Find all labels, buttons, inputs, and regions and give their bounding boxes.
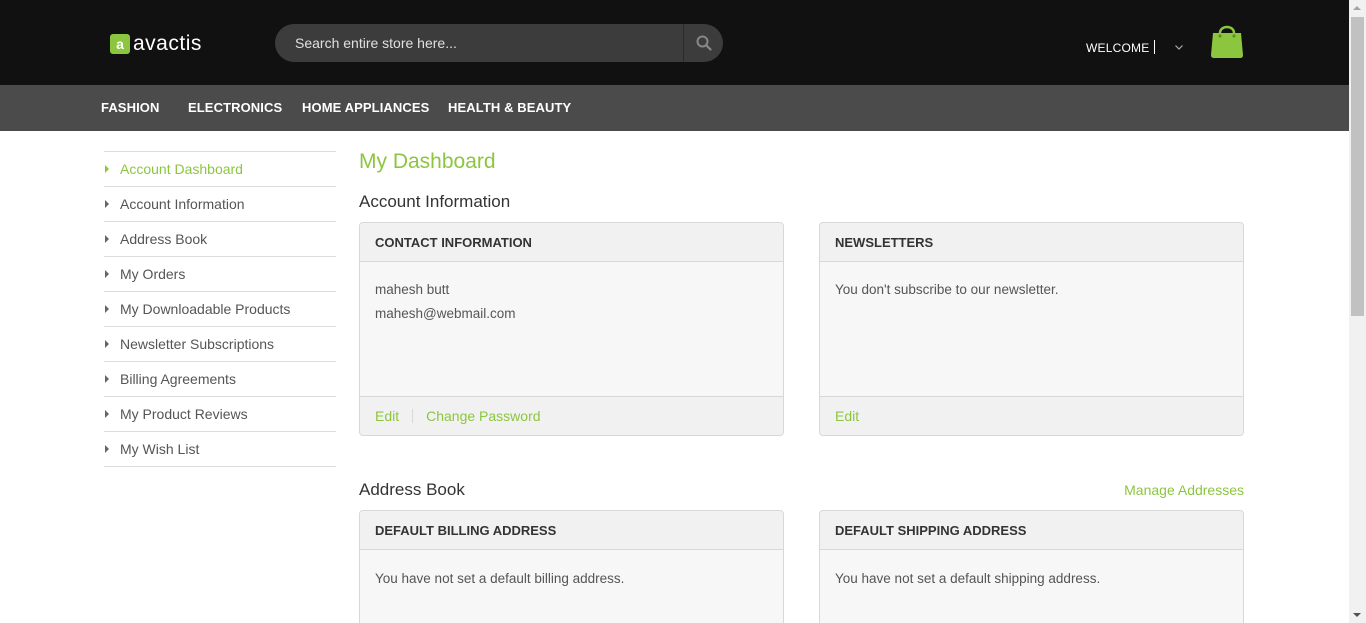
sidebar-item-label: My Orders	[120, 266, 186, 282]
contact-information-box: CONTACT INFORMATION mahesh butt mahesh@w…	[359, 222, 784, 436]
search-button[interactable]	[683, 24, 723, 62]
newsletters-box: NEWSLETTERS You don't subscribe to our n…	[819, 222, 1244, 436]
main-nav: FASHION ELECTRONICS HOME APPLIANCES HEAL…	[0, 85, 1349, 131]
box-title: NEWSLETTERS	[820, 223, 1243, 262]
sidebar-item-label: Account Dashboard	[120, 161, 243, 177]
search-bar	[275, 24, 723, 62]
page-scrollbar[interactable]	[1349, 0, 1366, 623]
newsletter-status: You don't subscribe to our newsletter.	[835, 282, 1059, 297]
logo-mark: a	[110, 34, 130, 54]
box-title: CONTACT INFORMATION	[360, 223, 783, 262]
nav-item-electronics[interactable]: ELECTRONICS	[188, 100, 282, 115]
sidebar-item-label: My Downloadable Products	[120, 301, 291, 317]
sidebar-item-label: Newsletter Subscriptions	[120, 336, 275, 352]
box-content: You don't subscribe to our newsletter.	[820, 262, 1243, 302]
box-actions: Edit Change Password	[360, 396, 783, 435]
box-title: DEFAULT BILLING ADDRESS	[360, 511, 783, 550]
chevron-down-icon[interactable]	[1173, 41, 1185, 53]
caret-right-icon	[105, 200, 109, 208]
sidebar-item-label: Billing Agreements	[120, 371, 236, 387]
caret-right-icon	[105, 340, 109, 348]
customer-email: mahesh@webmail.com	[375, 306, 516, 321]
page-title: My Dashboard	[359, 150, 496, 173]
account-information-heading: Account Information	[359, 192, 511, 211]
sidebar-item-wish-list[interactable]: My Wish List	[104, 432, 336, 467]
caret-right-icon	[105, 375, 109, 383]
caret-right-icon	[105, 305, 109, 313]
scroll-thumb[interactable]	[1351, 17, 1364, 316]
box-actions: Edit	[820, 396, 1243, 435]
scroll-down-icon[interactable]	[1353, 613, 1361, 617]
sidebar-item-label: Address Book	[120, 231, 208, 247]
default-billing-address-box: DEFAULT BILLING ADDRESS You have not set…	[359, 510, 784, 623]
caret-right-icon	[105, 270, 109, 278]
welcome-divider	[1154, 40, 1155, 54]
search-icon	[696, 35, 712, 51]
sidebar-item-label: My Wish List	[120, 441, 200, 457]
sidebar-item-label: Account Information	[120, 196, 245, 212]
nav-item-fashion[interactable]: FASHION	[101, 100, 159, 115]
logo[interactable]: a avactis	[110, 33, 202, 55]
action-divider	[412, 409, 414, 423]
sidebar-item-downloadable-products[interactable]: My Downloadable Products	[104, 292, 336, 327]
sidebar-item-my-orders[interactable]: My Orders	[104, 257, 336, 292]
site-header: a avactis WELCOME	[0, 0, 1349, 85]
caret-right-icon	[105, 235, 109, 243]
sidebar-item-product-reviews[interactable]: My Product Reviews	[104, 397, 336, 432]
manage-addresses-link[interactable]: Manage Addresses	[1124, 482, 1244, 498]
address-book-heading: Address Book	[359, 480, 465, 499]
sidebar-item-newsletter-subscriptions[interactable]: Newsletter Subscriptions	[104, 327, 336, 362]
logo-text: avactis	[133, 32, 202, 55]
sidebar-item-label: My Product Reviews	[120, 406, 248, 422]
customer-name: mahesh butt	[375, 282, 450, 297]
sidebar-item-billing-agreements[interactable]: Billing Agreements	[104, 362, 336, 397]
edit-contact-link[interactable]: Edit	[375, 408, 399, 424]
search-input[interactable]	[275, 24, 683, 62]
sidebar-item-address-book[interactable]: Address Book	[104, 222, 336, 257]
nav-item-home-appliances[interactable]: HOME APPLIANCES	[302, 100, 429, 115]
change-password-link[interactable]: Change Password	[426, 408, 540, 424]
account-sidebar: Account Dashboard Account Information Ad…	[104, 151, 336, 467]
shipping-address-text: You have not set a default shipping addr…	[835, 571, 1101, 586]
welcome-label: WELCOME	[1086, 41, 1150, 55]
caret-right-icon	[105, 410, 109, 418]
box-title: DEFAULT SHIPPING ADDRESS	[820, 511, 1243, 550]
sidebar-item-account-dashboard[interactable]: Account Dashboard	[104, 152, 336, 187]
caret-right-icon	[105, 165, 109, 173]
default-shipping-address-box: DEFAULT SHIPPING ADDRESS You have not se…	[819, 510, 1244, 623]
billing-address-text: You have not set a default billing addre…	[375, 571, 625, 586]
nav-item-health-beauty[interactable]: HEALTH & BEAUTY	[448, 100, 571, 115]
sidebar-item-account-information[interactable]: Account Information	[104, 187, 336, 222]
scroll-up-icon[interactable]	[1353, 6, 1361, 10]
edit-newsletter-link[interactable]: Edit	[835, 408, 859, 424]
shopping-bag-icon[interactable]	[1210, 22, 1244, 58]
box-content: mahesh butt mahesh@webmail.com	[360, 262, 783, 326]
box-content: You have not set a default billing addre…	[360, 550, 783, 591]
caret-right-icon	[105, 445, 109, 453]
box-content: You have not set a default shipping addr…	[820, 550, 1243, 591]
